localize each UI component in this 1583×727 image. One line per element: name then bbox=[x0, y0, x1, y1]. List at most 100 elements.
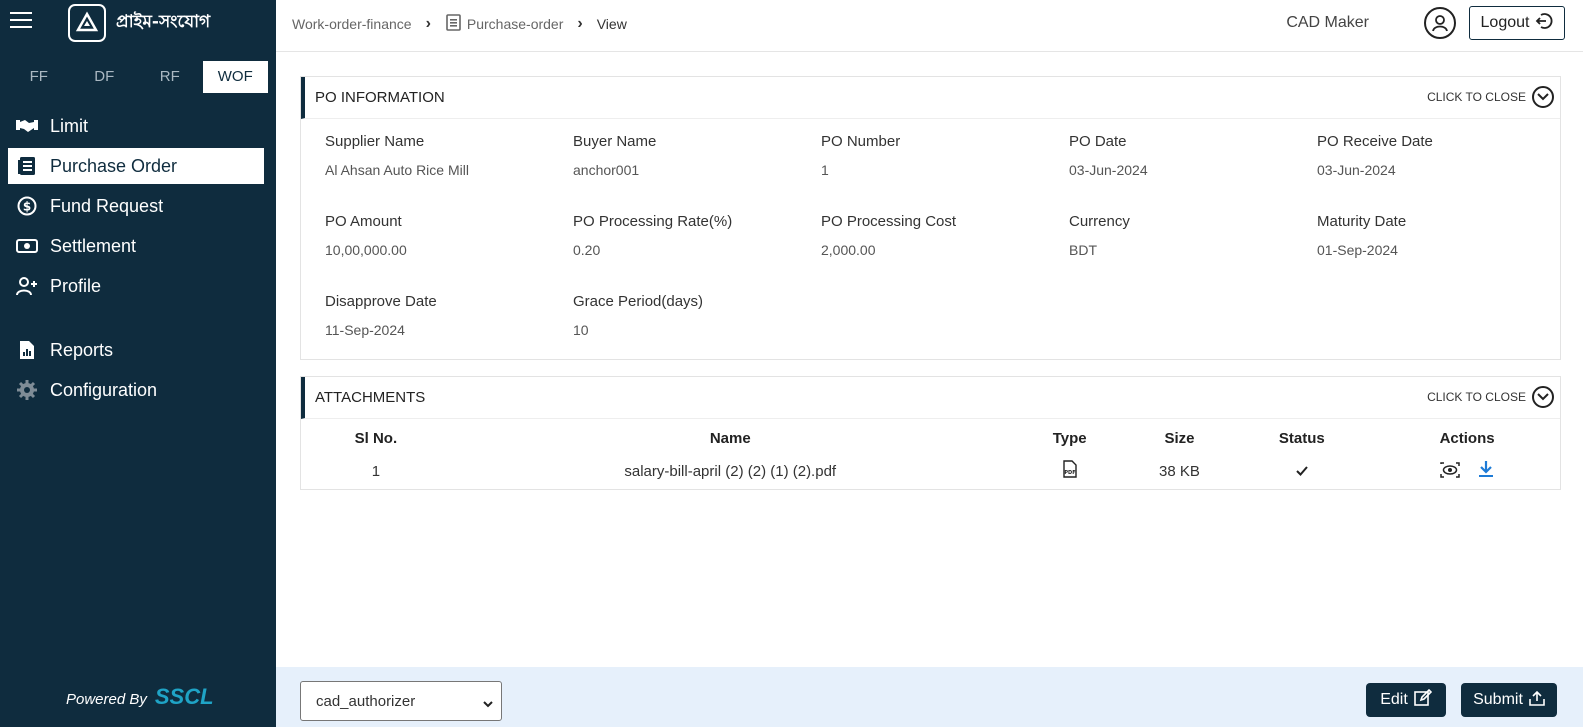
column-header-name: Name bbox=[709, 429, 751, 447]
field-po-date: PO Date 03-Jun-2024 bbox=[1069, 133, 1309, 178]
svg-text:PDF: PDF bbox=[1064, 470, 1075, 476]
chevron-down-icon bbox=[1532, 86, 1554, 108]
po-information-header: PO INFORMATION CLICK TO CLOSE bbox=[301, 77, 1560, 119]
sidebar-top: প্রাইম-সংযোগ bbox=[0, 0, 276, 46]
report-file-icon bbox=[16, 340, 38, 360]
field-label: PO Amount bbox=[325, 213, 402, 230]
submit-label: Submit bbox=[1473, 691, 1523, 708]
sidebar: প্রাইম-সংযোগ FF DF RF WOF Limit Purchase… bbox=[0, 0, 276, 727]
field-value: 10 bbox=[573, 322, 589, 338]
column-header-actions: Actions bbox=[1439, 429, 1495, 447]
field-currency: Currency BDT bbox=[1069, 213, 1309, 258]
powered-by-label: Powered By bbox=[66, 691, 147, 708]
sidebar-item-limit[interactable]: Limit bbox=[8, 108, 264, 144]
sidebar-item-label: Fund Request bbox=[50, 195, 164, 216]
edit-icon bbox=[1413, 688, 1432, 712]
field-value: 11-Sep-2024 bbox=[325, 322, 405, 338]
sidebar-item-configuration[interactable]: Configuration bbox=[8, 372, 264, 408]
field-label: Disapprove Date bbox=[325, 293, 437, 310]
click-to-close-label: CLICK TO CLOSE bbox=[1427, 90, 1526, 104]
cell-status bbox=[1229, 455, 1374, 487]
field-label: PO Number bbox=[821, 133, 901, 150]
breadcrumb-view: View bbox=[596, 16, 627, 32]
svg-text:$: $ bbox=[23, 200, 31, 214]
field-value: 0.20 bbox=[573, 242, 601, 258]
field-label: PO Processing Cost bbox=[821, 213, 957, 230]
approver-select-value: cad_authorizer bbox=[316, 692, 416, 710]
attachments-table: Sl No. Name Type Size Status Actions 1 s… bbox=[301, 419, 1560, 487]
edit-button[interactable]: Edit bbox=[1366, 683, 1446, 717]
table-header-row: Sl No. Name Type Size Status Actions bbox=[301, 419, 1560, 455]
field-po-number: PO Number 1 bbox=[821, 133, 1061, 178]
logout-label: Logout bbox=[1480, 14, 1530, 31]
sidebar-item-label: Settlement bbox=[50, 235, 137, 256]
sidebar-item-profile[interactable]: Profile bbox=[8, 268, 264, 304]
logo-mark-icon bbox=[68, 4, 106, 42]
field-value: 2,000.00 bbox=[821, 242, 876, 258]
cell-actions bbox=[1374, 455, 1560, 487]
field-value: 03-Jun-2024 bbox=[1317, 162, 1396, 178]
field-po-processing-cost: PO Processing Cost 2,000.00 bbox=[821, 213, 1061, 258]
field-maturity-date: Maturity Date 01-Sep-2024 bbox=[1317, 213, 1557, 258]
field-label: PO Processing Rate(%) bbox=[573, 213, 733, 230]
chevron-right-icon: › bbox=[577, 15, 583, 32]
cell-type: PDF bbox=[1010, 455, 1130, 487]
field-value: 01-Sep-2024 bbox=[1317, 242, 1398, 258]
tab-rf[interactable]: RF bbox=[137, 61, 203, 93]
attachments-toggle[interactable]: CLICK TO CLOSE bbox=[1427, 386, 1554, 408]
tab-df[interactable]: DF bbox=[72, 61, 138, 93]
footer-bar: cad_authorizer Edit Submit bbox=[276, 667, 1583, 727]
panel-title: ATTACHMENTS bbox=[315, 389, 426, 406]
logo-text: প্রাইম-সংযোগ bbox=[116, 12, 211, 32]
checkmark-icon bbox=[1296, 463, 1308, 480]
handshake-icon bbox=[16, 116, 38, 136]
tab-ff[interactable]: FF bbox=[6, 61, 72, 93]
field-value: BDT bbox=[1069, 242, 1097, 258]
download-icon[interactable] bbox=[1478, 460, 1494, 482]
logo[interactable]: প্রাইম-সংযোগ bbox=[68, 4, 210, 42]
edit-label: Edit bbox=[1380, 691, 1408, 708]
logout-button[interactable]: Logout bbox=[1469, 6, 1565, 40]
column-header-type: Type bbox=[1052, 429, 1087, 447]
dollar-circle-icon: $ bbox=[16, 196, 38, 216]
breadcrumb-work-order-finance[interactable]: Work-order-finance bbox=[292, 16, 412, 32]
document-list-icon bbox=[445, 14, 461, 34]
field-po-processing-rate: PO Processing Rate(%) 0.20 bbox=[573, 213, 813, 258]
po-information-panel: PO INFORMATION CLICK TO CLOSE Supplier N… bbox=[300, 76, 1561, 360]
submit-button[interactable]: Submit bbox=[1461, 683, 1557, 717]
approver-select[interactable]: cad_authorizer bbox=[300, 681, 502, 721]
view-eye-icon[interactable] bbox=[1440, 462, 1460, 482]
table-row: 1 salary-bill-april (2) (2) (1) (2).pdf … bbox=[301, 455, 1560, 487]
field-value: 10,00,000.00 bbox=[325, 242, 407, 258]
breadcrumb-purchase-order[interactable]: Purchase-order bbox=[467, 16, 564, 32]
user-plus-icon bbox=[16, 276, 38, 296]
field-label: PO Receive Date bbox=[1317, 133, 1433, 150]
sidebar-item-label: Reports bbox=[50, 339, 114, 360]
sidebar-item-purchase-order[interactable]: Purchase Order bbox=[8, 148, 264, 184]
cell-sl: 1 bbox=[371, 462, 381, 480]
sidebar-item-settlement[interactable]: Settlement bbox=[8, 228, 264, 264]
field-value: 1 bbox=[821, 162, 829, 178]
user-avatar-icon[interactable] bbox=[1424, 7, 1456, 39]
field-disapprove-date: Disapprove Date 11-Sep-2024 bbox=[325, 293, 565, 338]
po-information-toggle[interactable]: CLICK TO CLOSE bbox=[1427, 86, 1554, 108]
banknote-icon bbox=[16, 236, 38, 256]
breadcrumb: Work-order-finance › Purchase-order › Vi… bbox=[292, 14, 627, 34]
click-to-close-label: CLICK TO CLOSE bbox=[1427, 390, 1526, 404]
field-buyer-name: Buyer Name anchor001 bbox=[573, 133, 813, 178]
gear-icon bbox=[16, 380, 38, 400]
field-label: Maturity Date bbox=[1317, 213, 1407, 230]
cell-size: 38 KB bbox=[1159, 462, 1200, 480]
sidebar-item-reports[interactable]: Reports bbox=[8, 332, 264, 368]
field-value: Al Ahsan Auto Rice Mill bbox=[325, 162, 469, 178]
tab-wof[interactable]: WOF bbox=[202, 61, 268, 93]
sidebar-item-label: Profile bbox=[50, 275, 102, 296]
hamburger-menu-icon[interactable] bbox=[10, 12, 32, 30]
column-header-sl: Sl No. bbox=[354, 429, 398, 447]
field-grace-period: Grace Period(days) 10 bbox=[573, 293, 813, 338]
sidebar-item-fund-request[interactable]: $ Fund Request bbox=[8, 188, 264, 224]
attachments-header: ATTACHMENTS CLICK TO CLOSE bbox=[301, 377, 1560, 419]
field-label: Currency bbox=[1069, 213, 1130, 230]
field-value: 03-Jun-2024 bbox=[1069, 162, 1148, 178]
field-po-amount: PO Amount 10,00,000.00 bbox=[325, 213, 565, 258]
